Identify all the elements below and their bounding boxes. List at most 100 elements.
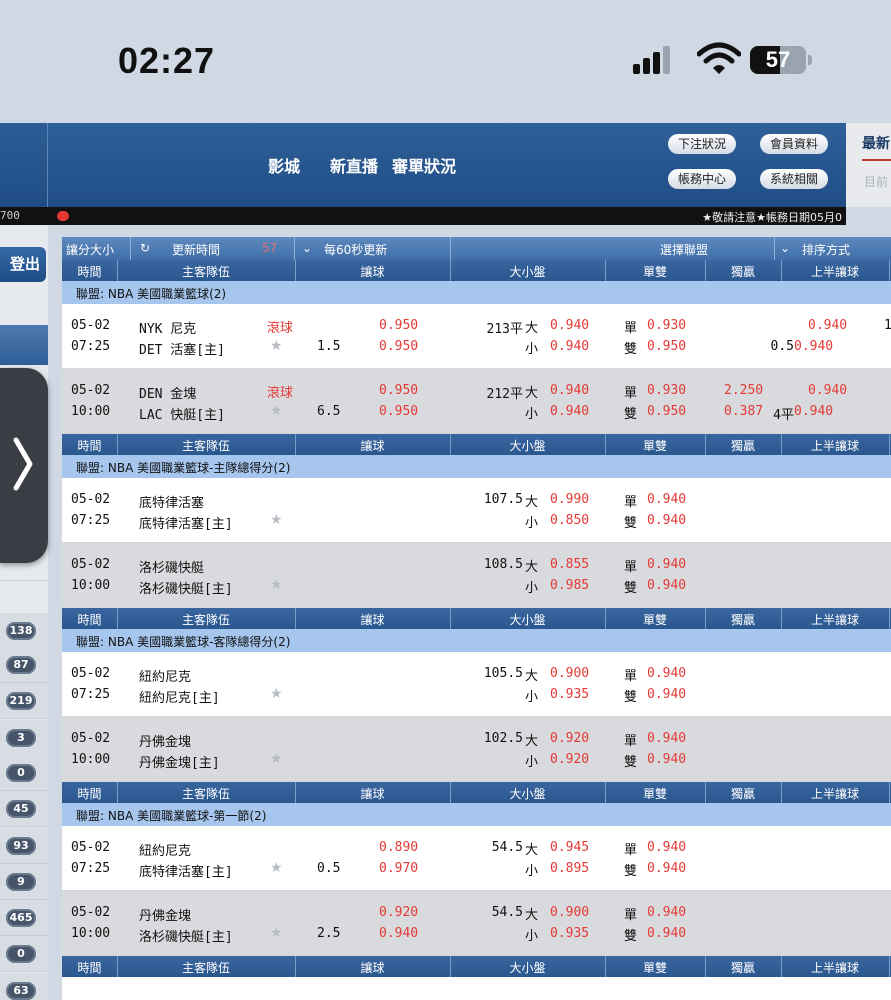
- column-header[interactable]: 時間: [62, 437, 117, 454]
- star-icon[interactable]: ★: [270, 925, 283, 941]
- odd-odds[interactable]: 0.930: [647, 318, 686, 333]
- column-header[interactable]: 主客隊伍: [117, 959, 295, 976]
- odd-odds[interactable]: 0.940: [647, 905, 686, 920]
- over-odds[interactable]: 0.920: [550, 731, 589, 746]
- nav-cinema[interactable]: 影城: [268, 153, 300, 177]
- column-header[interactable]: 讓球: [295, 263, 450, 280]
- under-odds[interactable]: 0.935: [550, 687, 589, 702]
- sort-select[interactable]: 排序方式: [802, 241, 850, 258]
- column-header[interactable]: 上半讓球: [781, 785, 889, 802]
- moneyline-bottom[interactable]: 0.387: [724, 404, 763, 419]
- bet-status-button[interactable]: 下注狀況: [668, 134, 737, 154]
- over-odds[interactable]: 0.945: [550, 840, 589, 855]
- account-center-button[interactable]: 帳務中心: [668, 169, 737, 189]
- first-half-odds-top[interactable]: 0.940: [808, 318, 847, 333]
- refresh-time-label[interactable]: 更新時間: [172, 241, 220, 258]
- over-odds[interactable]: 0.990: [550, 492, 589, 507]
- column-header[interactable]: 獨贏: [705, 611, 781, 628]
- column-header[interactable]: 大小盤: [450, 611, 605, 628]
- under-odds[interactable]: 0.850: [550, 513, 589, 528]
- star-icon[interactable]: ★: [270, 751, 283, 767]
- star-icon[interactable]: ★: [270, 512, 283, 528]
- column-header[interactable]: 讓球: [295, 785, 450, 802]
- first-half-odds-bottom[interactable]: 0.940: [794, 404, 833, 419]
- nav-live[interactable]: 新直播: [330, 153, 378, 177]
- column-header[interactable]: 讓球: [295, 959, 450, 976]
- column-header[interactable]: 上半讓球: [781, 959, 889, 976]
- column-header[interactable]: 單雙: [605, 959, 705, 976]
- first-half-odds-top[interactable]: 0.940: [808, 383, 847, 398]
- league-row[interactable]: 聯盟: NBA 美國職業籃球-客隊總得分(2): [62, 629, 891, 652]
- even-odds[interactable]: 0.950: [647, 339, 686, 354]
- latest-tab[interactable]: 最新: [862, 133, 890, 153]
- even-odds[interactable]: 0.940: [647, 578, 686, 593]
- column-header[interactable]: 時間: [62, 611, 117, 628]
- handicap-odds-top[interactable]: 0.920: [379, 905, 418, 920]
- even-odds[interactable]: 0.940: [647, 861, 686, 876]
- odd-odds[interactable]: 0.940: [647, 557, 686, 572]
- even-odds[interactable]: 0.940: [647, 687, 686, 702]
- league-row[interactable]: 聯盟: NBA 美國職業籃球(2): [62, 281, 891, 304]
- column-header[interactable]: 主客隊伍: [117, 785, 295, 802]
- column-header[interactable]: 獨贏: [705, 263, 781, 280]
- logout-button[interactable]: 登出: [0, 247, 46, 282]
- star-icon[interactable]: ★: [270, 338, 283, 354]
- handicap-toggle[interactable]: 讓分大小: [66, 241, 114, 258]
- star-icon[interactable]: ★: [270, 686, 283, 702]
- column-header[interactable]: 主客隊伍: [117, 437, 295, 454]
- refresh-icon[interactable]: ↻: [140, 241, 150, 255]
- even-odds[interactable]: 0.940: [647, 513, 686, 528]
- column-header[interactable]: 上半讓球: [781, 611, 889, 628]
- odd-odds[interactable]: 0.940: [647, 492, 686, 507]
- over-odds[interactable]: 0.855: [550, 557, 589, 572]
- odd-odds[interactable]: 0.940: [647, 666, 686, 681]
- column-header[interactable]: 主客隊伍: [117, 263, 295, 280]
- over-odds[interactable]: 0.900: [550, 905, 589, 920]
- odd-odds[interactable]: 0.940: [647, 840, 686, 855]
- column-header[interactable]: 大小盤: [450, 437, 605, 454]
- auto-refresh-select[interactable]: 每60秒更新: [324, 241, 387, 258]
- under-odds[interactable]: 0.935: [550, 926, 589, 941]
- member-info-button[interactable]: 會員資料: [760, 134, 829, 154]
- column-header[interactable]: 大小盤: [450, 959, 605, 976]
- column-header[interactable]: 主客隊伍: [117, 611, 295, 628]
- even-odds[interactable]: 0.940: [647, 926, 686, 941]
- handicap-odds-bottom[interactable]: 0.940: [379, 926, 418, 941]
- handicap-odds-bottom[interactable]: 0.950: [379, 339, 418, 354]
- system-button[interactable]: 系統相關: [760, 169, 829, 189]
- column-header[interactable]: 讓球: [295, 437, 450, 454]
- under-odds[interactable]: 0.895: [550, 861, 589, 876]
- column-header[interactable]: 讓球: [295, 611, 450, 628]
- column-header[interactable]: 上半讓球: [781, 437, 889, 454]
- first-half-odds-bottom[interactable]: 0.940: [794, 339, 833, 354]
- chevron-down-icon[interactable]: ⌄: [780, 241, 790, 255]
- even-odds[interactable]: 0.940: [647, 752, 686, 767]
- column-header[interactable]: 時間: [62, 785, 117, 802]
- select-league-button[interactable]: 選擇聯盟: [660, 241, 708, 258]
- column-header[interactable]: 單雙: [605, 437, 705, 454]
- handicap-odds-top[interactable]: 0.950: [379, 318, 418, 333]
- column-header[interactable]: 單雙: [605, 785, 705, 802]
- column-header[interactable]: 上半讓球: [781, 263, 889, 280]
- drawer-handle[interactable]: [0, 368, 48, 563]
- column-header[interactable]: 大小盤: [450, 263, 605, 280]
- under-odds[interactable]: 0.940: [550, 404, 589, 419]
- moneyline-top[interactable]: 2.250: [724, 383, 763, 398]
- column-header[interactable]: 大小盤: [450, 785, 605, 802]
- league-row[interactable]: 聯盟: NBA 美國職業籃球-主隊總得分(2): [62, 455, 891, 478]
- odd-odds[interactable]: 0.940: [647, 731, 686, 746]
- star-icon[interactable]: ★: [270, 403, 283, 419]
- column-header[interactable]: 時間: [62, 959, 117, 976]
- column-header[interactable]: 獨贏: [705, 785, 781, 802]
- handicap-odds-bottom[interactable]: 0.950: [379, 404, 418, 419]
- handicap-odds-top[interactable]: 0.890: [379, 840, 418, 855]
- under-odds[interactable]: 0.985: [550, 578, 589, 593]
- star-icon[interactable]: ★: [270, 577, 283, 593]
- over-odds[interactable]: 0.940: [550, 318, 589, 333]
- column-header[interactable]: 單雙: [605, 611, 705, 628]
- star-icon[interactable]: ★: [270, 860, 283, 876]
- over-odds[interactable]: 0.940: [550, 383, 589, 398]
- under-odds[interactable]: 0.920: [550, 752, 589, 767]
- column-header[interactable]: 時間: [62, 263, 117, 280]
- even-odds[interactable]: 0.950: [647, 404, 686, 419]
